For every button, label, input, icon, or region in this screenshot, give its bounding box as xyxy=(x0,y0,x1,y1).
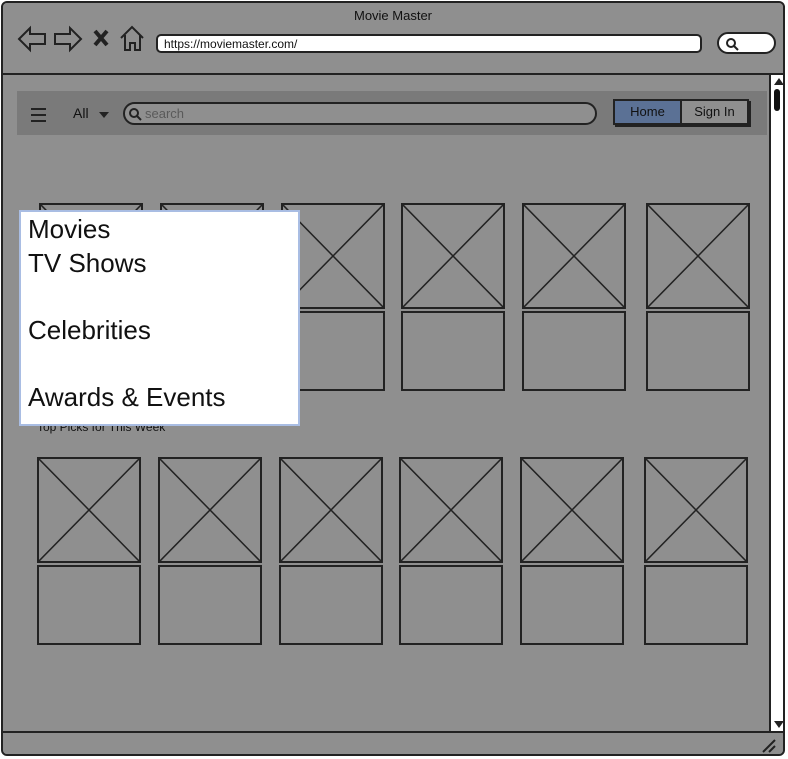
image-placeholder[interactable] xyxy=(399,457,503,563)
resize-grip-icon[interactable] xyxy=(761,738,777,754)
search-icon xyxy=(726,38,739,51)
menu-item-movies[interactable]: Movies xyxy=(28,214,110,244)
title-bar: Movie Master https://moviemaster.com/ xyxy=(3,3,783,75)
browser-search-field[interactable] xyxy=(717,32,776,54)
home-button[interactable]: Home xyxy=(615,101,682,123)
window-title: Movie Master xyxy=(353,8,433,23)
hamburger-icon[interactable] xyxy=(31,108,46,126)
scroll-thumb[interactable] xyxy=(774,89,780,111)
caption-box[interactable] xyxy=(644,565,748,645)
image-placeholder[interactable] xyxy=(279,457,383,563)
site-search-input[interactable]: search xyxy=(123,102,597,125)
category-select[interactable]: All xyxy=(73,105,89,121)
home-icon xyxy=(120,25,144,51)
caption-box[interactable] xyxy=(37,565,141,645)
chevron-down-icon[interactable] xyxy=(99,112,109,118)
menu-item-celebrities[interactable]: Celebrities xyxy=(28,315,151,345)
menu-item-awards-events[interactable]: Awards & Events xyxy=(28,382,226,412)
close-icon xyxy=(93,29,109,47)
browser-window: Movie Master https://moviemaster.com/ Al… xyxy=(1,1,785,756)
home-nav-button[interactable] xyxy=(119,25,145,53)
nav-segment: Home Sign In xyxy=(613,99,749,125)
image-placeholder[interactable] xyxy=(644,457,748,563)
image-placeholder[interactable] xyxy=(520,457,624,563)
caption-box[interactable] xyxy=(401,311,505,391)
status-bar xyxy=(3,731,783,754)
scroll-down-icon[interactable] xyxy=(774,721,783,728)
menu-item-tv-shows[interactable]: TV Shows xyxy=(28,248,147,278)
image-placeholder[interactable] xyxy=(158,457,262,563)
vertical-scrollbar[interactable] xyxy=(769,75,783,731)
search-icon xyxy=(129,108,142,121)
back-icon xyxy=(17,25,46,53)
search-placeholder: search xyxy=(145,106,185,121)
category-dropdown-menu: Movies TV Shows Celebrities Awards & Eve… xyxy=(19,210,300,426)
image-placeholder[interactable] xyxy=(522,203,626,309)
stop-button[interactable] xyxy=(91,25,111,53)
url-field[interactable]: https://moviemaster.com/ xyxy=(156,34,702,53)
image-placeholder[interactable] xyxy=(401,203,505,309)
forward-button[interactable] xyxy=(53,25,83,53)
back-button[interactable] xyxy=(17,25,47,53)
caption-box[interactable] xyxy=(520,565,624,645)
sign-in-button[interactable]: Sign In xyxy=(682,101,747,123)
caption-box[interactable] xyxy=(158,565,262,645)
page-content: All search Home Sign In Top Picks for Th… xyxy=(3,75,769,731)
image-placeholder[interactable] xyxy=(37,457,141,563)
scroll-up-icon[interactable] xyxy=(774,78,783,85)
forward-icon xyxy=(54,25,83,53)
caption-box[interactable] xyxy=(279,565,383,645)
caption-box[interactable] xyxy=(522,311,626,391)
site-toolbar: All search Home Sign In xyxy=(17,91,767,135)
caption-box[interactable] xyxy=(646,311,750,391)
image-placeholder[interactable] xyxy=(646,203,750,309)
caption-box[interactable] xyxy=(399,565,503,645)
